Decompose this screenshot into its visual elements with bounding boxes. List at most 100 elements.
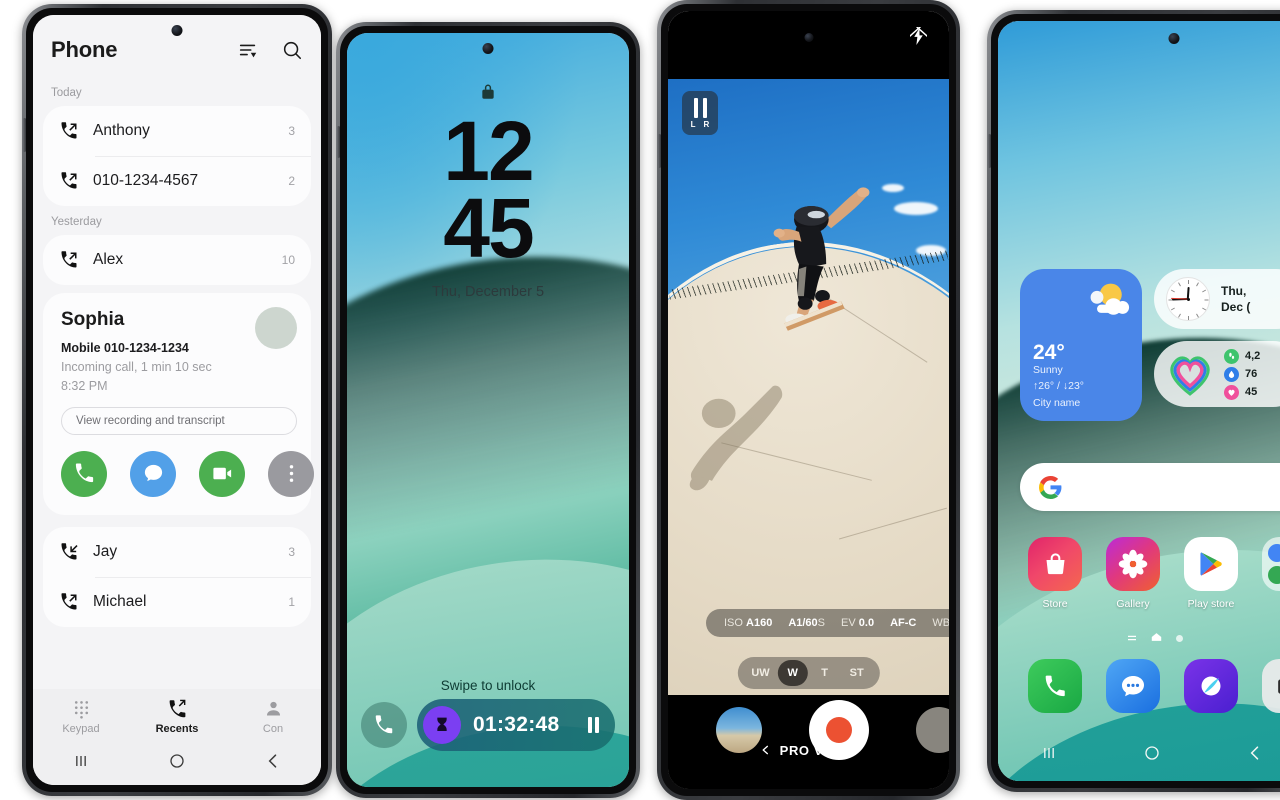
level-label-right: R bbox=[703, 119, 710, 129]
phone1-screen: Phone Today Anthony 3 010-1234-4567 2 Ye… bbox=[33, 15, 321, 785]
focus-setting[interactable]: AF-C bbox=[890, 617, 916, 629]
timer-notification-pill[interactable]: 01:32:48 bbox=[417, 699, 615, 751]
health-stat-activity: 45 bbox=[1224, 384, 1260, 400]
app-grid-row-1: Store Gallery Play store bbox=[1016, 537, 1280, 610]
home-dock bbox=[1016, 659, 1280, 720]
weather-range: ↑26° / ↓23° bbox=[1033, 380, 1085, 393]
phone4-side-button[interactable] bbox=[988, 134, 991, 168]
sort-filter-icon[interactable] bbox=[237, 39, 259, 61]
phone3-bezel: L R ISO A160 A1/60S EV 0.0 AF-C WB UW W … bbox=[657, 0, 960, 800]
phone3-side-button[interactable] bbox=[658, 134, 661, 168]
recents-nav-button[interactable] bbox=[33, 751, 129, 771]
pause-icon[interactable] bbox=[588, 717, 599, 733]
table-row[interactable]: 010-1234-4567 2 bbox=[43, 156, 311, 206]
back-nav-button[interactable] bbox=[225, 751, 321, 771]
lock-screen-dock: 01:32:48 bbox=[347, 699, 629, 751]
clock-widget[interactable]: Thu, Dec ( bbox=[1154, 269, 1280, 329]
keypad-icon bbox=[74, 701, 88, 719]
phone2-side-button[interactable] bbox=[337, 126, 340, 158]
record-button[interactable] bbox=[808, 700, 869, 760]
bottom-tab-bar: Keypad Recents Con bbox=[33, 689, 321, 742]
shutter-value: A1/60 bbox=[788, 617, 818, 629]
tab-keypad[interactable]: Keypad bbox=[33, 698, 129, 735]
zoom-option-w[interactable]: W bbox=[777, 660, 808, 686]
calls-card-more: Jay 3 Michael 1 bbox=[43, 526, 311, 627]
search-icon[interactable] bbox=[281, 39, 303, 61]
iso-setting[interactable]: ISO A160 bbox=[724, 617, 772, 629]
app-play-store[interactable]: Play store bbox=[1172, 537, 1250, 610]
phone-dock-icon bbox=[1028, 659, 1082, 713]
tab-contacts[interactable]: Con bbox=[225, 698, 321, 735]
dock-phone[interactable] bbox=[1016, 659, 1094, 720]
zoom-option-st[interactable]: ST bbox=[842, 660, 872, 686]
incoming-call-icon bbox=[61, 542, 78, 559]
message-action-button[interactable] bbox=[130, 450, 176, 497]
tab-label: Keypad bbox=[62, 723, 100, 735]
table-row[interactable]: Jay 3 bbox=[43, 527, 311, 577]
phone2-bezel: 12 45 Thu, December 5 Swipe to unlock 01… bbox=[336, 22, 640, 798]
shutter-setting[interactable]: A1/60S bbox=[788, 617, 825, 629]
dock-messages[interactable] bbox=[1094, 659, 1172, 720]
camera-settings-bar[interactable]: ISO A160 A1/60S EV 0.0 AF-C WB bbox=[706, 609, 949, 637]
home-nav-icon bbox=[170, 754, 184, 768]
ev-setting[interactable]: EV 0.0 bbox=[841, 617, 874, 629]
table-row[interactable]: Alex 10 bbox=[43, 235, 311, 285]
health-widget[interactable]: 4,2 76 45 bbox=[1154, 341, 1280, 407]
call-timestamp: 3 bbox=[288, 124, 295, 138]
phone-shortcut-button[interactable] bbox=[361, 702, 407, 748]
weather-widget[interactable]: 24° Sunny ↑26° / ↓23° City name bbox=[1020, 269, 1142, 421]
weather-details: Sunny ↑26° / ↓23° City name bbox=[1033, 362, 1084, 411]
google-search-bar[interactable] bbox=[1020, 463, 1280, 511]
search-input[interactable] bbox=[1073, 479, 1273, 495]
switch-camera-button[interactable] bbox=[915, 707, 949, 753]
clock-widget-line2: Dec ( bbox=[1221, 300, 1251, 314]
app-store[interactable]: Store bbox=[1016, 537, 1094, 610]
lock-screen: 12 45 Thu, December 5 Swipe to unlock 01… bbox=[347, 33, 629, 787]
weather-city: City name bbox=[1033, 396, 1081, 409]
widgets-page-icon[interactable] bbox=[1127, 629, 1137, 647]
flash-off-button[interactable] bbox=[908, 25, 929, 51]
table-row[interactable]: Michael 1 bbox=[43, 576, 311, 627]
zoom-option-t[interactable]: T bbox=[810, 660, 840, 686]
view-recording-transcript-button[interactable]: View recording and transcript bbox=[61, 406, 297, 435]
camera-dock-icon bbox=[1262, 659, 1280, 713]
app-gallery[interactable]: Gallery bbox=[1094, 537, 1172, 610]
dock-internet[interactable] bbox=[1172, 659, 1250, 720]
heart-rings-icon bbox=[1170, 356, 1210, 396]
call-timestamp: 10 bbox=[281, 253, 295, 267]
recents-nav-button[interactable] bbox=[998, 743, 1101, 763]
camera-viewfinder[interactable]: L R bbox=[668, 79, 949, 695]
tab-recents[interactable]: Recents bbox=[129, 698, 225, 735]
back-nav-button[interactable] bbox=[1203, 743, 1280, 763]
home-nav-button[interactable] bbox=[129, 751, 225, 771]
home-nav-button[interactable] bbox=[1101, 743, 1204, 763]
partly-cloudy-icon bbox=[1090, 283, 1130, 315]
zoom-option-uw[interactable]: UW bbox=[745, 660, 775, 686]
back-nav-icon bbox=[1250, 746, 1258, 760]
cloud bbox=[882, 183, 905, 192]
table-row[interactable]: Anthony 3 bbox=[43, 106, 311, 156]
dock-camera[interactable] bbox=[1250, 659, 1280, 720]
more-action-button[interactable] bbox=[268, 450, 314, 497]
outgoing-call-icon bbox=[61, 122, 77, 139]
recents-nav-icon bbox=[76, 756, 86, 766]
phone1-side-button[interactable] bbox=[23, 118, 26, 152]
app-google-folder[interactable]: G bbox=[1250, 537, 1280, 610]
wb-setting[interactable]: WB A3 bbox=[932, 617, 949, 629]
page-dot[interactable] bbox=[1176, 634, 1183, 642]
front-camera-punch-hole bbox=[171, 25, 183, 36]
level-labels: L R bbox=[691, 120, 710, 129]
video-call-action-button[interactable] bbox=[199, 450, 245, 497]
app-label: Play store bbox=[1187, 598, 1235, 610]
health-stat-steps: 4,2 bbox=[1224, 348, 1260, 364]
phone-device-3: L R ISO A160 A1/60S EV 0.0 AF-C WB UW W … bbox=[657, 0, 960, 800]
section-label-yesterday: Yesterday bbox=[51, 216, 102, 228]
call-action-button[interactable] bbox=[61, 450, 107, 497]
home-page-icon[interactable] bbox=[1151, 629, 1162, 647]
swipe-to-unlock-hint: Swipe to unlock bbox=[440, 678, 536, 693]
gallery-thumbnail-button[interactable] bbox=[715, 707, 762, 753]
phone-app-bottom: Keypad Recents Con bbox=[33, 689, 321, 785]
record-dot bbox=[825, 717, 852, 743]
clock-date: Thu, December 5 bbox=[431, 283, 545, 300]
zoom-selector[interactable]: UW W T ST bbox=[737, 657, 880, 689]
